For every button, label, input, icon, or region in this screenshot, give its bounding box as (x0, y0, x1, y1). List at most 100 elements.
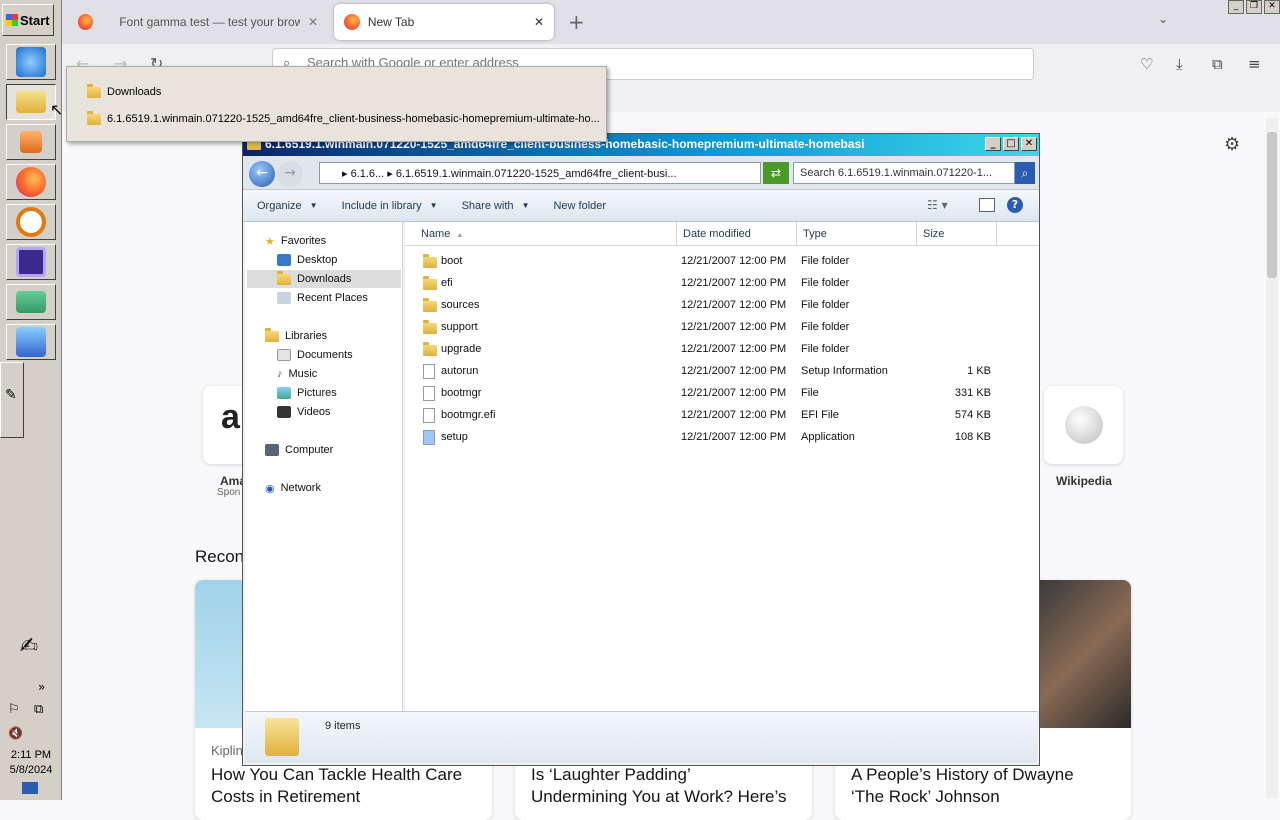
sort-asc-icon: ▲ (456, 232, 464, 239)
volume-muted-icon[interactable]: 🔇 (8, 726, 23, 740)
download-icon[interactable]: ⤓ (1176, 55, 1183, 73)
minimize-button[interactable]: _ (985, 137, 1001, 151)
search-input[interactable]: Search 6.1.6519.1.winmain.071220-1... (793, 162, 1015, 184)
close-icon[interactable]: ✕ (308, 15, 318, 29)
nav-music[interactable]: ♪ Music (277, 365, 317, 383)
back-icon[interactable]: ← (249, 161, 275, 187)
file-name: efi (441, 277, 453, 289)
minimize-button[interactable]: _ (1228, 0, 1244, 14)
file-row[interactable]: efi 12/21/2007 12:00 PM File folder (405, 273, 1039, 295)
forward-icon[interactable]: → (277, 161, 303, 187)
tray-overflow-button[interactable]: » (38, 680, 45, 694)
nav-libraries[interactable]: Libraries (265, 327, 327, 345)
organize-button[interactable]: Organize ▼ (257, 200, 318, 212)
nav-label: Favorites (280, 235, 327, 247)
maximize-button[interactable]: □ (1003, 137, 1019, 151)
search-icon[interactable]: ⌕ (1015, 162, 1035, 184)
include-in-library-button[interactable]: Include in library ▼ (342, 200, 438, 212)
search-placeholder: Search 6.1.6519.1.winmain.071220-1... (800, 167, 993, 179)
column-name[interactable]: Name ▲ (405, 222, 677, 246)
network-tray-icon[interactable]: ⧉ (34, 702, 43, 717)
nav-network[interactable]: ◉ Network (265, 479, 321, 497)
address-row: ← → ▸ 6.1.6... ▸ 6.1.6519.1.winmain.0712… (243, 156, 1039, 190)
close-button[interactable]: ✕ (1021, 137, 1037, 151)
jump-list-item-build[interactable]: 6.1.6519.1.winmain.071220-1525_amd64fre_… (87, 110, 600, 128)
column-type[interactable]: Type (797, 222, 917, 246)
file-row[interactable]: setup 12/21/2007 12:00 PM Application 108 K… (405, 427, 1039, 449)
clock-time: 2:11 PM (10, 749, 52, 761)
view-icon[interactable]: ☷ ▾ (927, 198, 948, 212)
videos-icon (277, 406, 291, 418)
command-bar: Organize ▼ Include in library ▼ Share with… (243, 190, 1039, 222)
file-icon (423, 386, 435, 401)
pen-icon[interactable]: ✎ (0, 362, 24, 438)
share-with-button[interactable]: Share with ▼ (462, 200, 530, 212)
refresh-icon[interactable]: ⇄ (763, 162, 789, 184)
monitor-icon (16, 291, 46, 313)
nav-pictures[interactable]: Pictures (277, 384, 337, 402)
nav-documents[interactable]: Documents (277, 346, 353, 364)
restore-button[interactable]: ❐ (1246, 0, 1262, 14)
wikipedia-logo (1064, 406, 1103, 444)
tab-font-gamma[interactable]: Font gamma test — test your browser ✕ (68, 4, 328, 40)
folder-icon (16, 91, 46, 113)
show-desktop-icon[interactable] (22, 782, 38, 794)
file-name: autorun (441, 365, 479, 377)
taskbar-internet-explorer[interactable] (6, 44, 56, 80)
new-tab-button[interactable]: + (568, 10, 585, 34)
taskbar-firefox[interactable] (6, 164, 56, 200)
help-icon[interactable]: ? (1007, 197, 1023, 213)
nav-favorites[interactable]: ★ Favorites (265, 232, 326, 250)
close-icon[interactable]: ✕ (534, 15, 544, 29)
nav-computer[interactable]: Computer (265, 441, 333, 459)
column-date-modified[interactable]: Date modified (677, 222, 797, 246)
jump-list-item-downloads[interactable]: Downloads (87, 83, 161, 101)
file-row[interactable]: support 12/21/2007 12:00 PM File folder (405, 317, 1039, 339)
menu-icon[interactable]: ≡ (1248, 55, 1261, 73)
file-size: 108 KB (954, 431, 991, 443)
nav-desktop[interactable]: Desktop (277, 251, 337, 269)
new-folder-button[interactable]: New folder (553, 200, 606, 212)
tab-label: New Tab (367, 15, 415, 29)
close-button[interactable]: ✕ (1264, 0, 1280, 14)
nav-label: Documents (297, 349, 353, 361)
file-row[interactable]: bootmgr.efi 12/21/2007 12:00 PM EFI File 57… (405, 405, 1039, 427)
taskbar-app[interactable] (6, 244, 56, 280)
media-player-icon (20, 131, 42, 153)
nav-recent-places[interactable]: Recent Places (277, 289, 368, 307)
nav-videos[interactable]: Videos (277, 403, 330, 421)
taskbar-control-panel[interactable] (6, 324, 56, 360)
scrollbar-thumb[interactable] (1267, 132, 1277, 278)
internet-explorer-icon (16, 47, 46, 77)
extensions-icon[interactable]: ⧉ (1212, 55, 1223, 73)
gear-icon[interactable]: ⚙ (1224, 134, 1240, 155)
file-date: 12/21/2007 12:00 PM (681, 299, 787, 311)
clock-date: 5/8/2024 (9, 764, 53, 776)
file-row[interactable]: upgrade 12/21/2007 12:00 PM File folder (405, 339, 1039, 361)
shortcut-wikipedia[interactable] (1044, 386, 1123, 464)
file-row[interactable]: boot 12/21/2007 12:00 PM File folder (405, 251, 1039, 273)
address-bar[interactable]: ▸ 6.1.6... ▸ 6.1.6519.1.winmain.071220-1… (319, 162, 761, 184)
flag-icon[interactable]: ⚐ (8, 702, 20, 717)
file-row[interactable]: sources 12/21/2007 12:00 PM File folder (405, 295, 1039, 317)
story-title-2: Costs in Retirement (211, 787, 361, 806)
preview-pane-icon[interactable] (979, 198, 995, 212)
scrollbar[interactable] (1266, 118, 1278, 798)
nav-downloads[interactable]: Downloads (247, 270, 401, 288)
file-row[interactable]: autorun 12/21/2007 12:00 PM Setup Informat… (405, 361, 1039, 383)
start-button[interactable]: Start (2, 4, 54, 36)
pocket-icon[interactable]: ♡ (1140, 55, 1153, 73)
tab-new-tab[interactable]: New Tab ✕ (334, 4, 554, 40)
taskbar-monitor[interactable] (6, 284, 56, 320)
file-name: bootmgr (441, 387, 482, 399)
clock[interactable]: 2:11 PM 5/8/2024 (4, 748, 58, 778)
file-row[interactable]: bootmgr 12/21/2007 12:00 PM File 331 KB (405, 383, 1039, 405)
pen-tablet-icon[interactable]: ✍ (10, 634, 48, 668)
column-size[interactable]: Size (917, 222, 997, 246)
taskbar-media-player[interactable] (6, 124, 56, 160)
taskbar-explorer[interactable] (6, 84, 56, 120)
file-date: 12/21/2007 12:00 PM (681, 431, 787, 443)
chevron-down-icon[interactable]: ⌄ (1158, 12, 1168, 26)
file-name: upgrade (441, 343, 482, 355)
taskbar-search[interactable] (6, 204, 56, 240)
